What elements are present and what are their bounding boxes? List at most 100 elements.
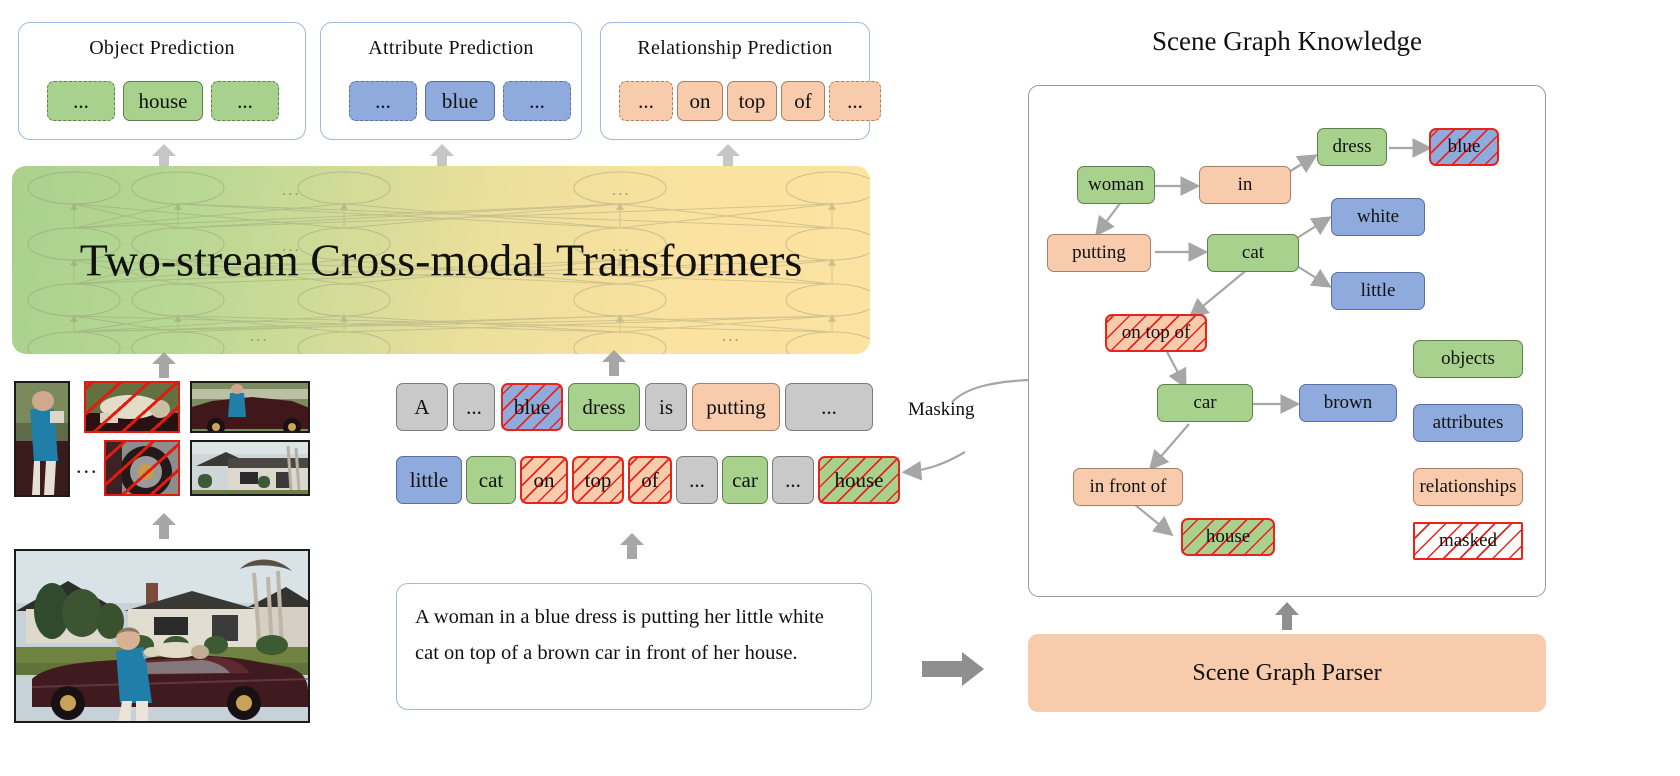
attribute-token-1-label: blue: [441, 88, 479, 113]
token-r1-c0-label: A: [414, 394, 430, 419]
transformer-dots-5: ...: [722, 326, 741, 345]
legend-attributes: attributes: [1413, 404, 1523, 442]
diagram-canvas: Object Prediction ... house ... Attribut…: [0, 0, 1680, 776]
relationship-token-4: ...: [829, 81, 881, 121]
image-regions-ellipsis: ...: [76, 453, 99, 478]
transformer-dots-1: ...: [612, 180, 631, 199]
token-r2-c4: of: [628, 456, 672, 504]
arrow-up-text-tokens: [602, 350, 626, 378]
token-r1-c2: blue: [501, 383, 563, 431]
arrow-up-source-image: [152, 513, 176, 541]
scene-graph-panel: woman in dress blue putting cat white li…: [1028, 85, 1546, 597]
legend-attributes-label: attributes: [1432, 412, 1504, 433]
transformer-dots-0: ...: [282, 180, 301, 199]
token-r1-c5-label: putting: [706, 394, 766, 419]
transformer-band: ... ... ... ... ... ... Two-stream Cross…: [12, 166, 870, 354]
caption-line-1: A woman in a blue dress is putting her l…: [415, 606, 824, 628]
token-r2-c3-label: top: [584, 467, 612, 492]
token-r2-c3: top: [572, 456, 624, 504]
arrow-up-parser: [1275, 602, 1299, 630]
token-r2-c7: ...: [772, 456, 814, 504]
legend-relationships-label: relationships: [1419, 476, 1517, 497]
object-token-1: house: [123, 81, 203, 121]
token-r2-c8: house: [818, 456, 900, 504]
sg-node-car-label: car: [1193, 392, 1217, 413]
token-r2-c0: little: [396, 456, 462, 504]
token-r1-c2-label: blue: [513, 394, 551, 419]
token-r1-c1: ...: [453, 383, 495, 431]
attribute-token-0: ...: [349, 81, 417, 121]
token-r2-c2: on: [520, 456, 568, 504]
token-r1-c1-label: ...: [466, 394, 482, 419]
object-prediction-title: Object Prediction: [89, 37, 235, 59]
sg-node-house: house: [1181, 518, 1275, 556]
region-house: [190, 440, 310, 496]
object-token-2-label: ...: [237, 88, 253, 113]
object-token-2: ...: [211, 81, 279, 121]
attribute-prediction-card: Attribute Prediction ... blue ...: [320, 22, 582, 140]
token-r2-c0-label: little: [409, 467, 449, 492]
relationship-token-3: of: [781, 81, 825, 121]
attribute-token-1: blue: [425, 81, 495, 121]
legend-masked-label: masked: [1438, 530, 1498, 551]
token-r2-c2-label: on: [533, 467, 555, 492]
sg-node-house-label: house: [1205, 526, 1251, 547]
sg-node-brown: brown: [1299, 384, 1397, 422]
sg-node-white-label: white: [1356, 206, 1400, 227]
sg-node-blue-label: blue: [1447, 136, 1481, 157]
token-r1-c5: putting: [692, 383, 780, 431]
sg-node-on-top-of-label: on top of: [1121, 322, 1191, 343]
relationship-token-1-label: on: [689, 88, 711, 113]
legend-objects: objects: [1413, 340, 1523, 378]
sg-node-dress: dress: [1317, 128, 1387, 166]
token-r1-c0: A: [396, 383, 448, 431]
region-woman-car: [190, 381, 310, 433]
object-token-0-label: ...: [73, 88, 89, 113]
sg-node-woman-label: woman: [1088, 174, 1144, 195]
sg-node-putting: putting: [1047, 234, 1151, 272]
attribute-token-0-label: ...: [375, 88, 391, 113]
token-r2-c5-label: ...: [689, 467, 705, 492]
sg-node-car: car: [1157, 384, 1253, 422]
token-r2-c1: cat: [466, 456, 516, 504]
relationship-token-1: on: [677, 81, 723, 121]
token-r1-c6: ...: [785, 383, 873, 431]
token-r1-c4: is: [645, 383, 687, 431]
arrow-right-to-parser: [922, 652, 984, 691]
caption-box: A woman in a blue dress is putting her l…: [396, 583, 872, 710]
relationship-prediction-card: Relationship Prediction ... on top of ..…: [600, 22, 881, 140]
token-r2-c7-label: ...: [785, 467, 801, 492]
sg-node-woman: woman: [1077, 166, 1155, 204]
sg-node-in-label: in: [1237, 174, 1253, 195]
object-token-1-label: house: [138, 88, 188, 113]
region-cat-mask-hatch: [86, 383, 178, 431]
transformer-dots-4: ...: [250, 326, 269, 345]
arrow-up-image-regions: [152, 352, 176, 380]
object-prediction-card: Object Prediction ... house ...: [18, 22, 306, 140]
token-r2-c6-label: car: [732, 467, 758, 492]
legend-relationships: relationships: [1413, 468, 1523, 506]
attribute-token-2-label: ...: [529, 88, 545, 113]
sg-node-on-top-of: on top of: [1105, 314, 1207, 352]
token-r2-c4-label: of: [641, 467, 659, 492]
sg-node-little: little: [1331, 272, 1425, 310]
relationship-token-3-label: of: [794, 88, 812, 113]
sg-node-brown-label: brown: [1323, 392, 1373, 413]
sg-node-little-label: little: [1360, 280, 1396, 301]
relationship-token-2: top: [727, 81, 777, 121]
sg-node-cat-label: cat: [1241, 242, 1265, 263]
object-token-0: ...: [47, 81, 115, 121]
relationship-token-2-label: top: [738, 88, 766, 113]
sg-node-white: white: [1331, 198, 1425, 236]
sg-node-cat: cat: [1207, 234, 1299, 272]
caption-line-2: cat on top of a brown car in front of he…: [415, 641, 798, 664]
scene-graph-title: Scene Graph Knowledge: [1152, 26, 1422, 56]
sg-node-blue: blue: [1429, 128, 1499, 166]
token-r1-c6-label: ...: [821, 394, 837, 419]
token-r2-c1-label: cat: [478, 467, 504, 492]
token-r2-c8-label: house: [834, 467, 884, 492]
scene-graph-parser-box: Scene Graph Parser: [1028, 634, 1546, 712]
relationship-prediction-title: Relationship Prediction: [637, 37, 833, 59]
region-wheel-mask-hatch: [106, 442, 178, 494]
relationship-token-0: ...: [619, 81, 673, 121]
